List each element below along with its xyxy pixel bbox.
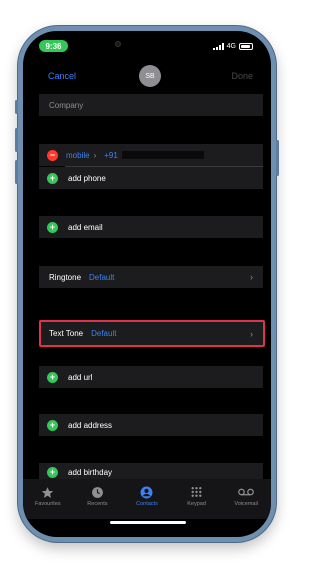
- phone-type-label[interactable]: mobile: [66, 151, 90, 160]
- highlight-box: [39, 320, 265, 347]
- battery-icon: [239, 42, 253, 50]
- add-birthday-label: add birthday: [68, 467, 113, 477]
- add-phone-icon[interactable]: +: [47, 172, 58, 184]
- company-placeholder: Company: [49, 100, 84, 110]
- cancel-button[interactable]: Cancel: [48, 71, 76, 81]
- screen: 9:36 4G Cancel SB Done Company − mobile …: [23, 31, 271, 537]
- ringtone-value: Default: [89, 272, 115, 282]
- tab-voicemail[interactable]: Voicemail: [224, 485, 268, 507]
- tab-label: Keypad: [187, 501, 206, 507]
- redacted-number: [121, 151, 204, 159]
- side-button: [15, 100, 18, 114]
- add-phone-row[interactable]: + add phone: [39, 167, 263, 189]
- chevron-right-icon: ›: [250, 272, 253, 282]
- avatar[interactable]: SB: [139, 65, 161, 87]
- tab-label: Recents: [87, 501, 108, 507]
- star-icon: [41, 485, 54, 499]
- add-email-icon[interactable]: +: [47, 221, 58, 233]
- add-email-label: add email: [68, 222, 103, 232]
- add-birthday-icon[interactable]: +: [47, 466, 58, 478]
- signal-icon: [212, 42, 224, 50]
- ringtone-row[interactable]: Ringtone Default ›: [39, 266, 263, 288]
- tab-label: Favourites: [34, 501, 61, 507]
- power-button: [276, 140, 279, 176]
- ringtone-label: Ringtone: [49, 272, 82, 282]
- company-field[interactable]: Company: [39, 94, 263, 116]
- done-button[interactable]: Done: [231, 71, 253, 81]
- tab-keypad[interactable]: Keypad: [175, 485, 219, 507]
- home-indicator[interactable]: [110, 521, 186, 524]
- front-camera: [115, 41, 121, 47]
- remove-phone-icon[interactable]: −: [47, 149, 58, 161]
- tab-recents[interactable]: Recents: [75, 485, 119, 507]
- chevron-right-icon: ›: [93, 150, 97, 160]
- person-icon: [140, 485, 153, 499]
- add-address-label: add address: [68, 420, 113, 430]
- status-time: 9:36: [39, 40, 68, 52]
- volume-down-button: [15, 160, 18, 184]
- add-url-label: add url: [68, 372, 93, 382]
- add-phone-label: add phone: [68, 173, 106, 183]
- network-type: 4G: [226, 42, 236, 50]
- tab-label: Contacts: [136, 501, 158, 507]
- phone-number[interactable]: +91: [104, 151, 118, 160]
- tab-contacts[interactable]: Contacts: [125, 485, 169, 507]
- keypad-icon: [190, 485, 203, 499]
- phone-row[interactable]: − mobile › +91: [39, 144, 263, 166]
- add-address-icon[interactable]: +: [47, 419, 58, 431]
- tab-label: Voicemail: [234, 501, 258, 507]
- clock-icon: [91, 485, 104, 499]
- tab-bar: Favourites Recents Contacts Keypad Voice…: [23, 479, 271, 519]
- tab-favourites[interactable]: Favourites: [26, 485, 70, 507]
- add-email-row[interactable]: + add email: [39, 216, 263, 238]
- add-url-row[interactable]: + add url: [39, 366, 263, 388]
- voicemail-icon: [238, 485, 255, 499]
- add-url-icon[interactable]: +: [47, 371, 58, 383]
- add-address-row[interactable]: + add address: [39, 414, 263, 436]
- volume-up-button: [15, 128, 18, 152]
- status-indicators: 4G: [212, 40, 253, 52]
